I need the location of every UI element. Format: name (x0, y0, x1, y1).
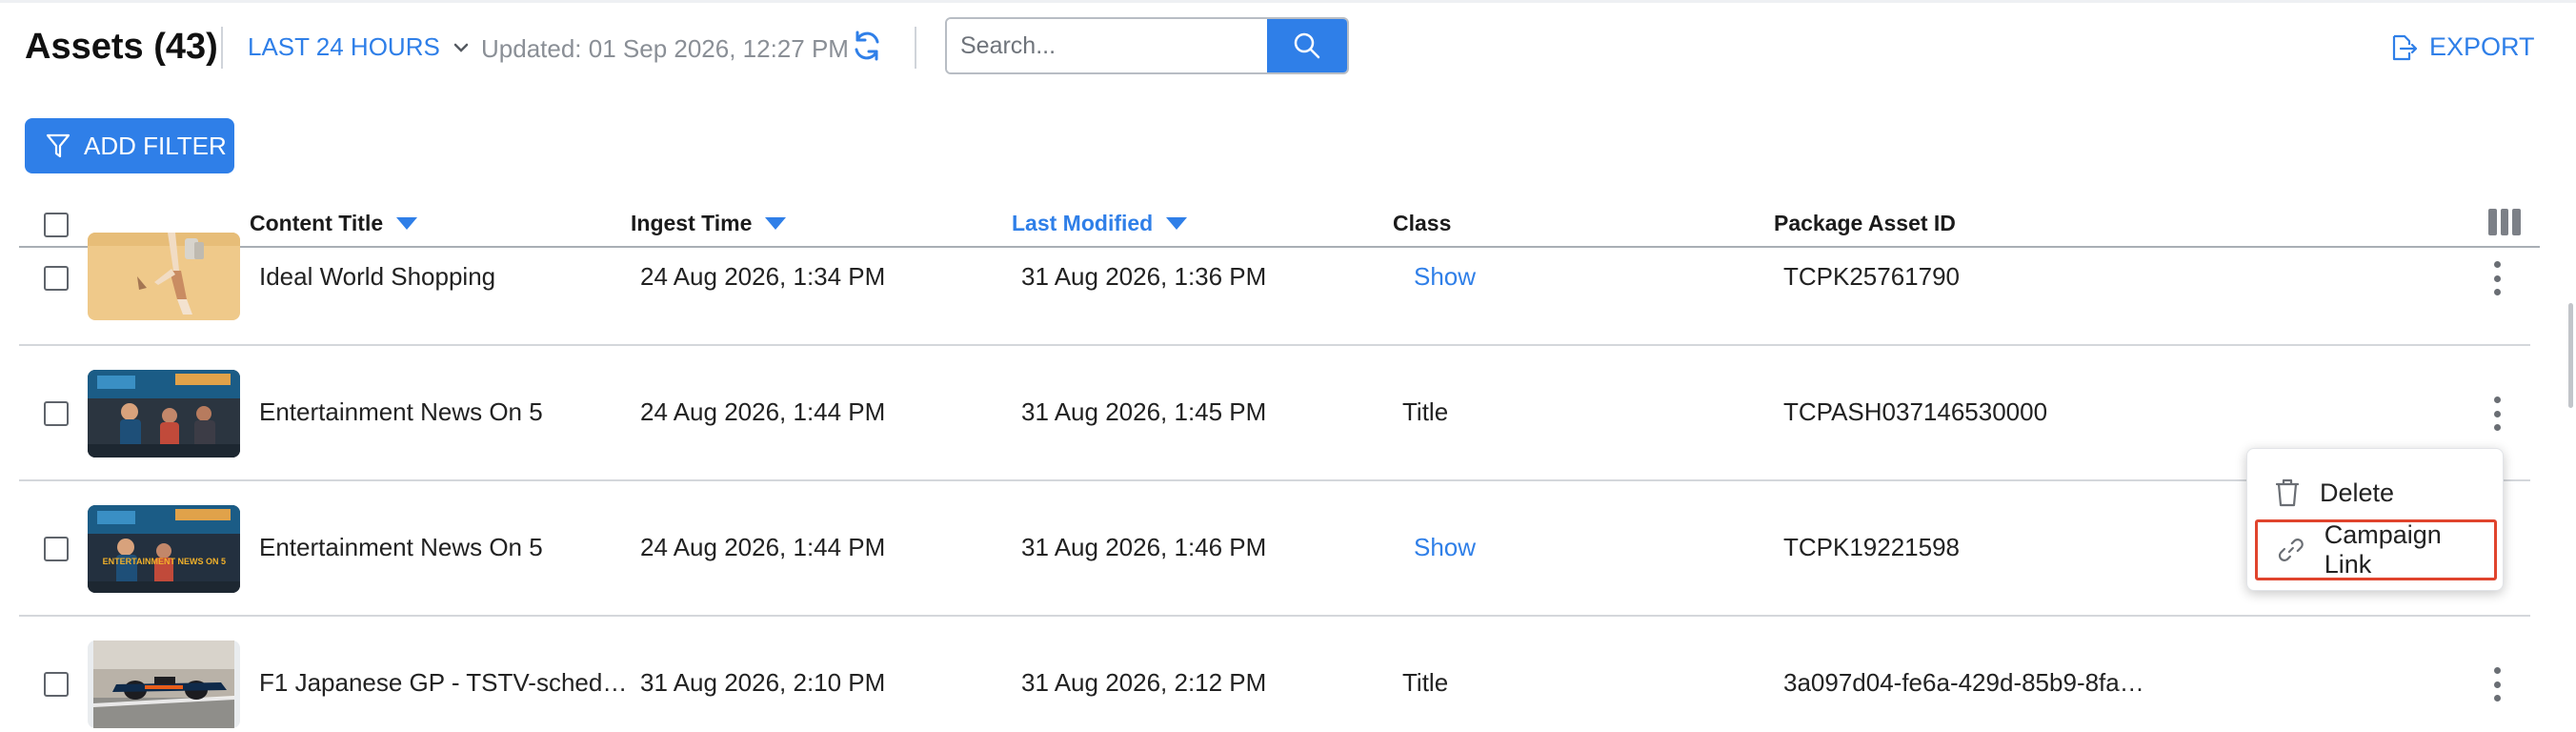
row-checkbox[interactable] (44, 266, 69, 291)
time-range-dropdown[interactable]: LAST 24 HOURS (248, 32, 469, 62)
cell-last-modified: 31 Aug 2026, 1:46 PM (1021, 533, 1267, 561)
row-more-menu-icon[interactable] (2488, 395, 2506, 433)
cell-last-modified: 31 Aug 2026, 1:45 PM (1021, 397, 1267, 426)
column-header-label: Class (1393, 211, 1452, 235)
row-divider (19, 479, 2530, 481)
column-header-package-asset-id[interactable]: Package Asset ID (1774, 211, 1956, 236)
page-title: Assets (43) (25, 27, 218, 67)
export-icon (2392, 34, 2418, 60)
column-header-label: Ingest Time (631, 211, 753, 235)
link-icon (2278, 539, 2304, 561)
cell-content-title[interactable]: Entertainment News On 5 (259, 533, 543, 562)
cell-content-title[interactable]: Entertainment News On 5 (259, 397, 543, 427)
row-checkbox[interactable] (44, 537, 69, 561)
cell-ingest-time: 24 Aug 2026, 1:34 PM (640, 262, 886, 291)
trash-icon (2275, 478, 2300, 507)
row-divider (19, 615, 2530, 617)
thumbnail-news (88, 370, 240, 458)
search-button[interactable] (1267, 19, 1347, 72)
row-checkbox[interactable] (44, 401, 69, 426)
column-header-last-modified[interactable]: Last Modified (1012, 211, 1188, 236)
menu-item-label: Delete (2320, 478, 2395, 507)
cell-ingest-time: 24 Aug 2026, 1:44 PM (640, 397, 886, 426)
menu-item-campaign-link[interactable]: Campaign Link (2255, 519, 2497, 580)
cell-class-link[interactable]: Show (1414, 262, 1476, 292)
search-box (945, 17, 1349, 74)
header-divider (221, 27, 223, 69)
menu-item-label: Campaign Link (2324, 520, 2442, 579)
chevron-down-icon (453, 43, 469, 52)
search-icon (1294, 32, 1320, 59)
sort-caret-icon (1166, 217, 1188, 230)
export-label: EXPORT (2429, 32, 2535, 61)
filter-icon (46, 133, 70, 158)
column-header-label: Package Asset ID (1774, 211, 1956, 235)
cell-ingest-time: 31 Aug 2026, 2:10 PM (640, 668, 886, 697)
top-border (0, 0, 2576, 3)
cell-content-title[interactable]: Ideal World Shopping (259, 262, 495, 292)
header-divider-2 (915, 27, 916, 69)
sort-caret-icon (396, 217, 418, 230)
thumbnail-logo-text: ENTERTAINMENT NEWS ON 5 (103, 557, 226, 566)
thumbnail-news-logo: ENTERTAINMENT NEWS ON 5 (88, 505, 240, 593)
column-header-class[interactable]: Class (1393, 211, 1451, 236)
menu-item-delete[interactable]: Delete (2255, 462, 2497, 523)
cell-package-asset-id: TCPK19221598 (1783, 533, 1961, 561)
add-filter-button[interactable]: ADD FILTER (25, 118, 234, 173)
column-header-ingest-time[interactable]: Ingest Time (631, 211, 787, 236)
sort-caret-icon (765, 217, 787, 230)
select-all-checkbox[interactable] (44, 213, 69, 237)
cell-class-link[interactable]: Show (1414, 533, 1476, 562)
row-context-menu: Delete Campaign Link (2246, 448, 2504, 591)
export-button[interactable]: EXPORT (2389, 32, 2535, 62)
cell-content-title[interactable]: F1 Japanese GP - TSTV-sched… (259, 668, 627, 698)
table-header-divider (19, 246, 2540, 248)
cell-package-asset-id: 3a097d04-fe6a-429d-85b9-8fa… (1783, 668, 2144, 697)
search-input[interactable] (947, 19, 1267, 72)
cell-class: Title (1402, 397, 1449, 426)
column-header-label: Last Modified (1012, 211, 1154, 235)
row-more-menu-icon[interactable] (2488, 665, 2506, 703)
thumbnail-f1 (88, 640, 240, 728)
column-picker-icon[interactable] (2488, 209, 2522, 235)
updated-timestamp: Updated: 01 Sep 2026, 12:27 PM (481, 34, 849, 63)
cell-ingest-time: 24 Aug 2026, 1:44 PM (640, 533, 886, 561)
time-range-label: LAST 24 HOURS (248, 32, 440, 61)
row-more-menu-icon[interactable] (2488, 259, 2506, 297)
cell-package-asset-id: TCPASH037146530000 (1783, 397, 2048, 426)
cell-last-modified: 31 Aug 2026, 1:36 PM (1021, 262, 1267, 291)
column-header-label: Content Title (250, 211, 384, 235)
scrollbar-thumb[interactable] (2568, 303, 2573, 408)
row-checkbox[interactable] (44, 672, 69, 697)
cell-last-modified: 31 Aug 2026, 2:12 PM (1021, 668, 1267, 697)
refresh-icon[interactable] (850, 29, 884, 63)
thumbnail-shopping (88, 233, 240, 320)
cell-class: Title (1402, 668, 1449, 697)
add-filter-label: ADD FILTER (84, 131, 227, 160)
row-divider (19, 344, 2530, 346)
cell-package-asset-id: TCPK25761790 (1783, 262, 1961, 291)
column-header-content-title[interactable]: Content Title (250, 211, 418, 236)
